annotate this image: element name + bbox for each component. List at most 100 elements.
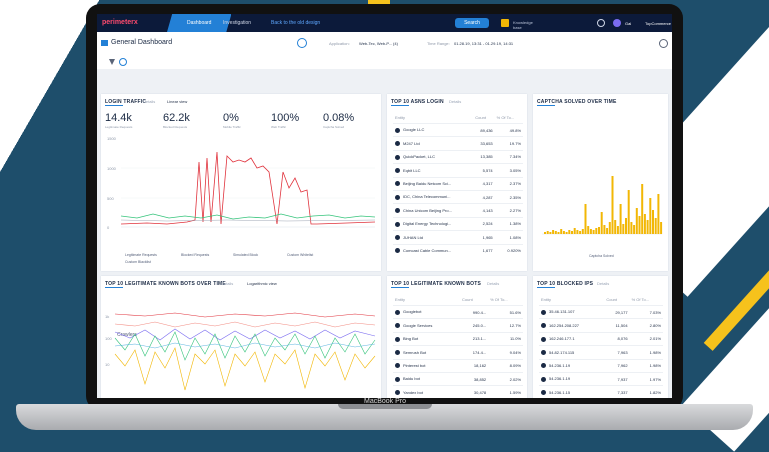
table-row[interactable]: 54.236.1.19 7,962 1.98% [539, 358, 663, 373]
captcha-bar [552, 230, 555, 234]
count-cell: 7,937 [604, 371, 630, 386]
table-row[interactable]: Bing Bot 213.1... 11.0% [393, 331, 523, 346]
legend-blocked[interactable]: Blocked Requests [181, 253, 209, 257]
cell-text: Semrush Bot [403, 349, 427, 355]
filter-icon[interactable] [109, 59, 115, 65]
table-row[interactable]: Google Services 245.0... 12.7% [393, 318, 523, 333]
cell-text: 2.01% [649, 336, 661, 342]
entity-cell: Digital Energy Technologi... [393, 216, 474, 231]
percent-cell: 2.80% [629, 318, 663, 333]
cell-text: Comcast Cable Commun... [403, 247, 452, 253]
table-row[interactable]: Baidu bot 38,852 2.02% [393, 371, 523, 386]
table-row[interactable]: Yandex bot 30,478 1.59% [393, 385, 523, 398]
table-row[interactable]: Eqbit LLC 5,574 3.05% [393, 163, 523, 178]
cell-text: 3.05% [509, 167, 521, 173]
captcha-bar [638, 216, 641, 234]
table-row[interactable]: Semrush Bot 174.4... 9.04% [393, 345, 523, 360]
column-header[interactable]: % Of To... [630, 294, 663, 306]
brand-logo[interactable]: perimeterx [102, 19, 138, 26]
legend-whitelist[interactable]: Custom Whitelist [287, 253, 313, 257]
cell-text: 1.08% [509, 234, 521, 240]
tab-investigation[interactable]: Investigation [217, 14, 257, 32]
table-row[interactable]: Google LLC 89,436 49.8% [393, 122, 523, 137]
column-header[interactable]: % Of To... [495, 112, 523, 124]
column-header[interactable]: Count [473, 112, 494, 124]
table-row[interactable]: 162.246.177.1 8,076 2.01% [539, 331, 663, 346]
percent-cell: 1.59% [488, 385, 523, 398]
percent-cell: 7.03% [629, 304, 663, 319]
y-tick: 0 [107, 225, 110, 230]
details-link[interactable]: Details [143, 99, 155, 104]
book-icon[interactable] [501, 19, 509, 27]
lightbulb-icon[interactable] [597, 19, 605, 27]
captcha-bar [646, 220, 649, 234]
view-select[interactable]: Linear view [167, 99, 187, 104]
table-row[interactable]: JUHAN Ltd 1,965 1.08% [393, 230, 523, 245]
entity-icon [541, 350, 546, 356]
power-icon[interactable] [659, 39, 668, 48]
table-row[interactable]: 35.46.131.107 29,177 7.03% [539, 304, 663, 319]
entity-icon [395, 208, 400, 214]
column-header[interactable]: Entity [539, 294, 604, 306]
count-cell: 18,162 [460, 358, 489, 373]
add-filter-icon[interactable] [119, 58, 127, 66]
entity-icon [395, 127, 400, 133]
table-row[interactable]: Googlebot 990.4... 51.6% [393, 304, 523, 319]
table-row[interactable]: 54.236.1.15 7,337 1.82% [539, 385, 663, 398]
entity-cell: Semrush Bot [393, 345, 461, 360]
cell-text: 54.236.1.19 [549, 376, 571, 382]
view-select[interactable]: Logarithmic view [247, 281, 277, 286]
table-row[interactable]: M247 Ltd 33,653 19.7% [393, 136, 523, 151]
entity-cell: Beijing Baidu Netcom Sci... [393, 176, 474, 191]
table-row[interactable]: QuickPacket, LLC 13,385 7.34% [393, 149, 523, 164]
dashboard-title[interactable]: General Dashboard [111, 39, 172, 46]
cell-text: Google Services [403, 322, 433, 328]
table-row[interactable]: Comcast Cable Commun... 1,677 0.920% [393, 243, 523, 257]
table-row[interactable]: Beijing Baidu Netcom Sci... 4,317 2.37% [393, 176, 523, 191]
table-row[interactable]: 162.254.208.227 11,504 2.80% [539, 318, 663, 333]
time-range-select[interactable]: 01.28.19, 13:31 - 01.29.19, 14:31 [454, 41, 513, 46]
y-tick: 1500 [107, 136, 117, 141]
cell-text: 1.38% [509, 221, 521, 227]
company-name[interactable]: TopCommerce [645, 21, 671, 26]
table-row[interactable]: Pinterest bot 18,162 8.09% [393, 358, 523, 373]
legend-blacklist[interactable]: Custom Blacklist [125, 260, 151, 264]
info-icon[interactable] [297, 38, 307, 48]
details-link[interactable]: Details [487, 281, 499, 286]
table-row[interactable]: Digital Energy Technologi... 2,524 1.38% [393, 216, 523, 231]
known-bots-panel: TOP 10 LEGITIMATE KNOWN BOTS Details Ent… [387, 276, 527, 398]
cell-text: 38,852 [473, 376, 487, 382]
dashboard-icon [101, 40, 108, 46]
user-name[interactable]: Gal [625, 21, 631, 26]
search-button[interactable]: Search [455, 18, 489, 28]
application-label: Application: [329, 41, 350, 46]
cell-text: 33,653 [480, 141, 493, 147]
entity-cell: China Unicom Beijing Pro... [393, 203, 474, 218]
knowledge-base-link[interactable]: Knowledge base [513, 20, 539, 30]
avatar[interactable] [613, 19, 621, 27]
count-cell: 89,436 [473, 122, 495, 137]
column-header[interactable]: Entity [393, 112, 473, 124]
table-row[interactable]: China Unicom Beijing Pro... 4,143 2.27% [393, 203, 523, 218]
table-row[interactable]: 54.82.174.115 7,963 1.98% [539, 345, 663, 360]
table-row[interactable]: 54.236.1.19 7,937 1.97% [539, 371, 663, 386]
details-link[interactable]: Details [221, 281, 233, 286]
captcha-bar [635, 208, 638, 234]
column-header[interactable]: % Of To... [488, 294, 523, 306]
title-underline [105, 287, 123, 288]
column-header[interactable]: Count [460, 294, 488, 306]
known-bots-table: Entity Count% Of To... Googlebot 990.4... 5… [393, 294, 523, 398]
table-row[interactable]: IDC, China Telecommuni... 4,287 2.35% [393, 189, 523, 204]
application-select[interactable]: Web-Tec, Web-P... (4) [359, 41, 398, 46]
captcha-legend[interactable]: Captcha Solved [589, 254, 614, 258]
back-to-old-design-link[interactable]: Back to the old design [265, 14, 326, 32]
captcha-bar [546, 231, 549, 234]
legend-legitimate[interactable]: Legitimate Requests [125, 253, 157, 257]
column-header[interactable]: Entity [393, 294, 460, 306]
details-link[interactable]: Details [597, 281, 609, 286]
column-header[interactable]: Count [604, 294, 629, 306]
details-link[interactable]: Details [449, 99, 461, 104]
cell-text: 9.04% [509, 349, 521, 355]
legend-simulated[interactable]: Simulated Block [233, 253, 258, 257]
percent-cell: 7.34% [494, 149, 523, 164]
